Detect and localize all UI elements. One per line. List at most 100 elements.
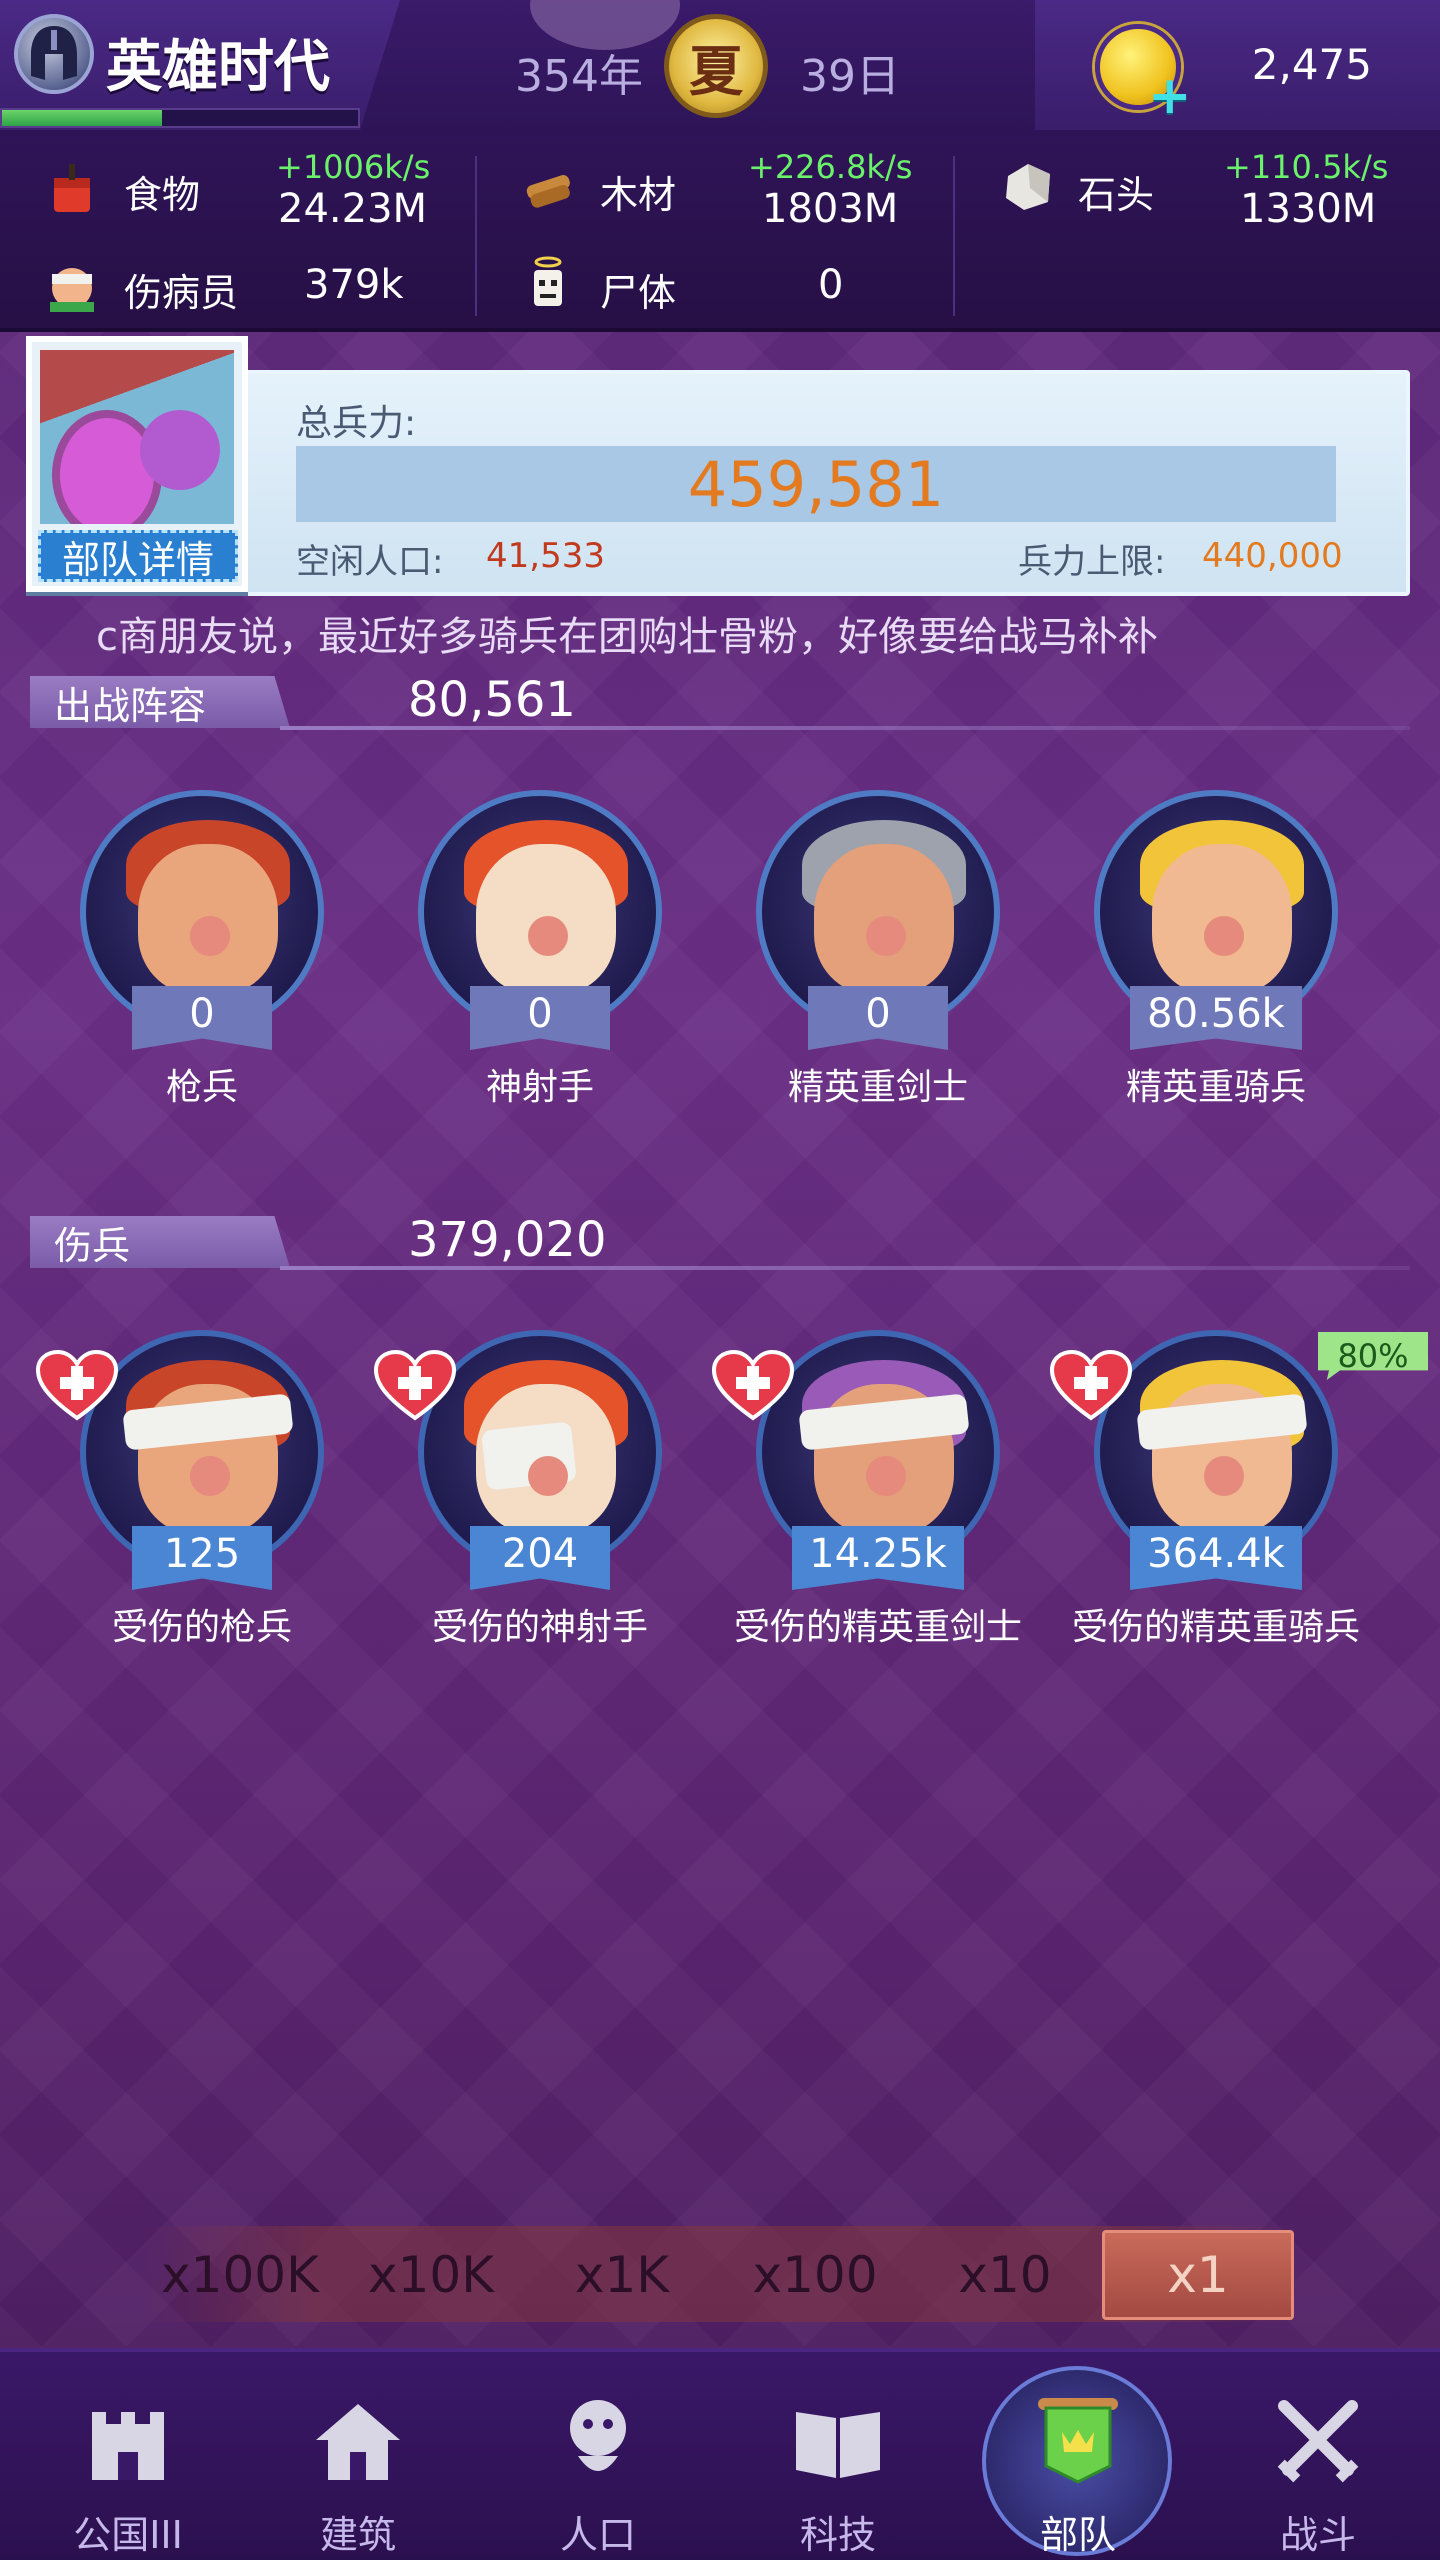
- date-year: 354年: [515, 51, 643, 102]
- nav-label: 科技: [799, 2513, 876, 2557]
- unit-card-spearman[interactable]: 0 枪兵: [52, 790, 352, 1110]
- wood-icon: [526, 175, 570, 208]
- nav-label: 公国III: [73, 2513, 183, 2557]
- unit-card-wounded-elite-cavalry[interactable]: 80% 364.4k 受伤的精英重骑兵: [1050, 1330, 1428, 1650]
- troop-cap-label: 兵力上限:: [1018, 542, 1166, 582]
- resource-divider: [475, 156, 477, 316]
- book-icon: [796, 2412, 880, 2478]
- unit-count: 0: [527, 991, 553, 1037]
- heal-heart-icon[interactable]: [712, 1350, 794, 1422]
- unit-count: 0: [865, 991, 891, 1037]
- unit-count-plate: 0: [132, 986, 272, 1050]
- commander-portrait: [40, 350, 234, 524]
- unit-name: 神射手: [485, 1067, 594, 1108]
- unit-card-wounded-spearman[interactable]: 125 受伤的枪兵: [36, 1330, 352, 1650]
- gold-value: 2,475: [1251, 40, 1372, 89]
- unit-name: 精英重骑兵: [1125, 1067, 1306, 1108]
- xp-progress-bar: [0, 108, 360, 128]
- unit-card-wounded-elite-swordsman[interactable]: 14.25k 受伤的精英重剑士: [712, 1330, 1028, 1650]
- food-amount: 24.23M: [278, 186, 428, 232]
- unit-count: 80.56k: [1147, 991, 1285, 1037]
- unit-nose: [528, 1456, 568, 1496]
- active-lineup-label: 出战阵容: [30, 676, 290, 728]
- total-troops-bar: 459,581: [296, 446, 1336, 522]
- unit-count-plate: 80.56k: [1130, 986, 1302, 1050]
- resource-divider: [953, 156, 955, 316]
- multiplier-x100k-button[interactable]: x100K: [150, 2230, 330, 2320]
- total-troops-value: 459,581: [687, 447, 945, 521]
- unit-name: 精英重剑士: [787, 1067, 968, 1108]
- nav-tab-buildings[interactable]: 建筑: [268, 2380, 448, 2560]
- app-title: 英雄时代: [106, 35, 330, 100]
- news-ticker-text: c商朋友说，最近好多骑兵在团购壮骨粉，好像要给战马补补: [96, 614, 1158, 660]
- unit-card-wounded-marksman[interactable]: 204 受伤的神射手: [374, 1330, 690, 1650]
- food-icon: [54, 164, 90, 212]
- castle-icon: [92, 2412, 164, 2480]
- heal-heart-icon[interactable]: [1050, 1350, 1132, 1422]
- nav-tab-technology[interactable]: 科技: [748, 2380, 928, 2560]
- unit-name: 受伤的枪兵: [111, 1607, 292, 1648]
- multiplier-x100-button[interactable]: x100: [730, 2230, 900, 2320]
- unit-count: 204: [501, 1531, 579, 1577]
- season-badge: 夏: [664, 14, 768, 118]
- unit-count-plate: 364.4k: [1130, 1526, 1302, 1590]
- unit-card-marksman[interactable]: 0 神射手: [390, 790, 690, 1110]
- nav-tab-population[interactable]: 人口: [508, 2380, 688, 2560]
- nav-label: 建筑: [319, 2513, 396, 2557]
- corpse-amount: 0: [818, 262, 844, 308]
- wounded-amount: 379k: [304, 262, 404, 308]
- unit-nose: [190, 1456, 230, 1496]
- wounded-label: 伤病员: [124, 271, 239, 315]
- heal-progress-badge: 80%: [1318, 1332, 1428, 1380]
- unit-nose: [866, 916, 906, 956]
- helmet-icon[interactable]: [14, 14, 94, 94]
- crossed-swords-icon: [1277, 2400, 1359, 2483]
- stone-rate: +110.5k/s: [1224, 148, 1389, 186]
- banner-icon: [1038, 2398, 1118, 2484]
- nav-tab-principality[interactable]: 公国III: [38, 2380, 218, 2560]
- unit-count: 125: [163, 1531, 241, 1577]
- idle-population-label: 空闲人口:: [296, 542, 444, 582]
- unit-count: 364.4k: [1147, 1531, 1285, 1577]
- unit-nose: [528, 916, 568, 956]
- unit-count-plate: 0: [808, 986, 948, 1050]
- add-gold-icon[interactable]: +: [1148, 66, 1192, 126]
- news-ticker: c商朋友说，最近好多骑兵在团购壮骨粉，好像要给战马补补: [40, 604, 1380, 660]
- idle-population-value: 41,533: [486, 536, 605, 576]
- unit-nose: [1204, 916, 1244, 956]
- date-day: 39日: [800, 51, 900, 102]
- nav-label: 战斗: [1279, 2513, 1356, 2557]
- troop-cap-value: 440,000: [1202, 536, 1343, 576]
- unit-card-elite-swordsman[interactable]: 0 精英重剑士: [728, 790, 1028, 1110]
- troop-details-button[interactable]: 部队详情: [26, 336, 248, 592]
- heal-heart-icon[interactable]: [36, 1350, 118, 1422]
- unit-name: 受伤的精英重骑兵: [1071, 1607, 1360, 1648]
- multiplier-x10-button[interactable]: x10: [920, 2230, 1090, 2320]
- active-lineup-value: 80,561: [408, 672, 576, 728]
- unit-name: 受伤的神射手: [431, 1607, 648, 1648]
- unit-card-elite-cavalry[interactable]: 80.56k 精英重骑兵: [1066, 790, 1366, 1110]
- unit-name: 受伤的精英重剑士: [733, 1607, 1022, 1648]
- unit-nose: [1204, 1456, 1244, 1496]
- nav-label: 部队: [1039, 2513, 1116, 2557]
- troop-details-label: 部队详情: [38, 530, 238, 582]
- active-lineup-header: 出战阵容 80,561: [30, 672, 1410, 732]
- wood-label: 木材: [600, 173, 677, 217]
- unit-name: 枪兵: [165, 1067, 238, 1108]
- heal-heart-icon[interactable]: [374, 1350, 456, 1422]
- multiplier-x1k-button[interactable]: x1K: [542, 2230, 702, 2320]
- unit-count: 0: [189, 991, 215, 1037]
- nav-tab-battle[interactable]: 战斗: [1228, 2380, 1408, 2560]
- multiplier-x1-button[interactable]: x1: [1102, 2230, 1294, 2320]
- unit-count-plate: 204: [470, 1526, 610, 1590]
- unit-count: 14.25k: [809, 1531, 947, 1577]
- person-icon: [570, 2400, 626, 2471]
- nav-tab-troops[interactable]: 部队: [988, 2380, 1168, 2560]
- house-icon: [316, 2404, 400, 2480]
- xp-progress-fill: [2, 110, 163, 126]
- corpse-label: 尸体: [600, 271, 677, 315]
- food-rate: +1006k/s: [276, 148, 431, 186]
- multiplier-x10k-button[interactable]: x10K: [346, 2230, 516, 2320]
- unit-count-plate: 14.25k: [792, 1526, 964, 1590]
- unit-count-plate: 0: [470, 986, 610, 1050]
